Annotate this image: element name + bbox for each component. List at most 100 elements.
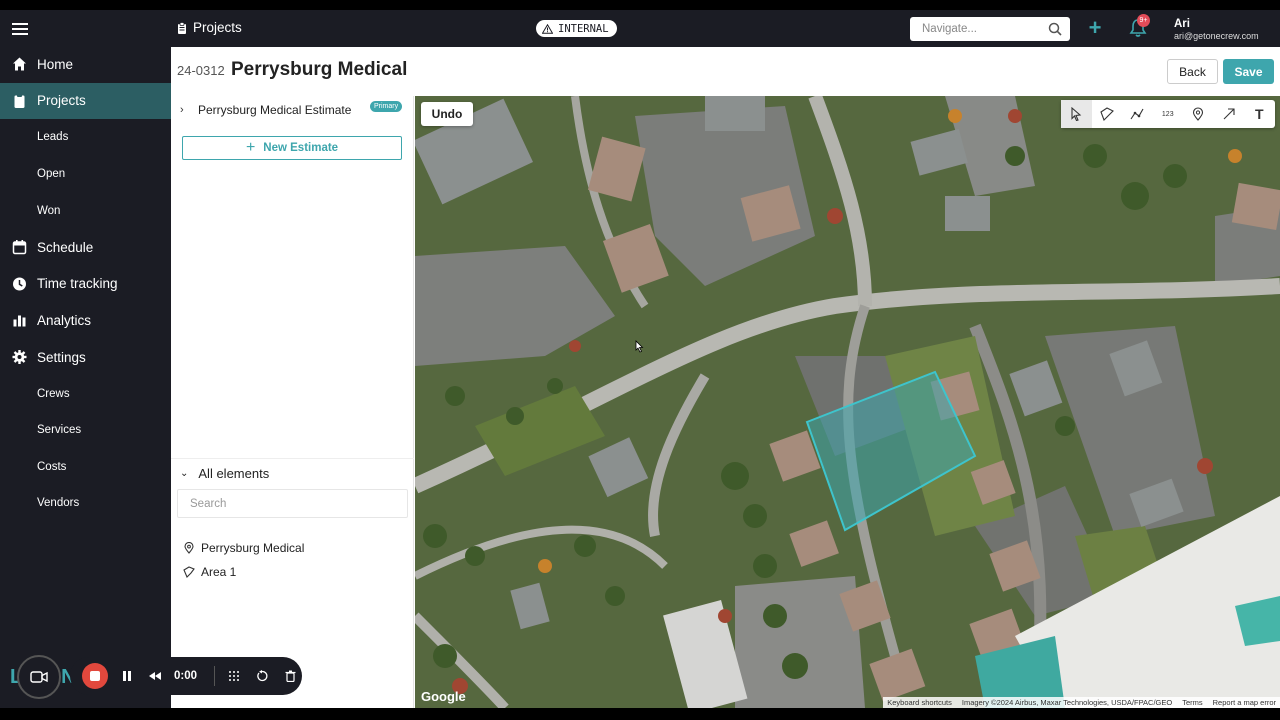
sidebar-item-analytics[interactable]: Analytics (0, 302, 171, 339)
pin-tool-icon (1193, 107, 1204, 121)
new-estimate-label: New Estimate (263, 142, 339, 154)
pin-tool[interactable] (1183, 100, 1214, 128)
grid-dots-icon (229, 671, 239, 681)
add-button[interactable]: + (1086, 17, 1104, 39)
save-button[interactable]: Save (1223, 59, 1274, 84)
sidebar-item-services[interactable]: Services (0, 412, 171, 449)
measure-tool-icon: 123 (1161, 110, 1174, 118)
rewind-button[interactable] (146, 667, 164, 685)
polygon-tool-icon (1100, 107, 1114, 121)
sidebar-nav: Home Projects Leads Open Won Schedule Time tra… (0, 46, 171, 522)
sidebar-item-label: Open (37, 168, 66, 181)
calendar-icon (12, 240, 27, 255)
select-arrow-icon (1071, 107, 1082, 121)
sidebar-item-settings[interactable]: Settings (0, 339, 171, 376)
polyline-tool[interactable] (1122, 100, 1153, 128)
search-placeholder: Search (190, 497, 227, 510)
app-window: Home Projects Leads Open Won Schedule Time tra… (0, 10, 1280, 708)
mouse-cursor-icon (635, 340, 644, 353)
delete-button[interactable] (281, 667, 299, 685)
primary-badge: Primary (370, 101, 403, 112)
gear-icon (12, 350, 27, 365)
sidebar-item-costs[interactable]: Costs (0, 449, 171, 486)
sidebar-item-vendors[interactable]: Vendors (0, 485, 171, 522)
camera-button[interactable] (17, 655, 61, 699)
grid-button[interactable] (225, 667, 243, 685)
polygon-tool[interactable] (1092, 100, 1123, 128)
clipboard-icon (178, 21, 186, 34)
text-tool-icon: T (1254, 106, 1264, 122)
sidebar-item-open[interactable]: Open (0, 156, 171, 193)
navigate-placeholder: Navigate... (922, 23, 977, 35)
restart-button[interactable] (253, 667, 271, 685)
pause-icon (123, 671, 131, 681)
chevron-right-icon[interactable]: › (180, 104, 190, 116)
search-icon[interactable] (1048, 22, 1062, 36)
trash-icon (285, 670, 295, 682)
sidebar-item-label: Home (37, 56, 74, 72)
sidebar-item-won[interactable]: Won (0, 192, 171, 229)
chevron-down-icon[interactable]: ⌄ (180, 468, 188, 479)
measure-tool[interactable]: 123 (1153, 100, 1184, 128)
terms-link[interactable]: Terms (1182, 698, 1202, 707)
imagery-credit: Imagery ©2024 Airbus, Maxar Technologies… (961, 698, 1173, 707)
breadcrumb-label: Projects (193, 20, 242, 35)
user-email: ari@getonecrew.com (1174, 31, 1259, 41)
project-header: 24-0312 Perrysburg Medical Back Save (171, 47, 1280, 96)
menu-icon[interactable] (12, 20, 28, 36)
text-tool[interactable]: T (1244, 100, 1275, 128)
internal-badge-label: INTERNAL (558, 22, 609, 35)
sidebar-item-leads[interactable]: Leads (0, 119, 171, 156)
back-button[interactable]: Back (1167, 59, 1218, 84)
element-label: Perrysburg Medical (201, 541, 305, 555)
all-elements-toggle[interactable]: ⌄ All elements (171, 464, 414, 482)
keyboard-shortcuts-link[interactable]: Keyboard shortcuts (887, 698, 952, 707)
project-number: 24-0312 (177, 63, 225, 78)
separator (214, 666, 215, 686)
satellite-imagery (415, 96, 1280, 708)
new-estimate-button[interactable]: + New Estimate (182, 136, 402, 160)
recording-controls: 0:00 (70, 657, 302, 695)
breadcrumb[interactable]: Projects (177, 20, 242, 35)
clock-icon (12, 276, 27, 291)
user-name[interactable]: Ari (1174, 18, 1190, 30)
sidebar-item-schedule[interactable]: Schedule (0, 229, 171, 266)
report-error-link[interactable]: Report a map error (1213, 698, 1276, 707)
undo-button[interactable]: Undo (421, 102, 473, 126)
sidebar-item-projects[interactable]: Projects (0, 82, 171, 120)
sidebar-item-time-tracking[interactable]: Time tracking (0, 266, 171, 303)
sidebar-item-label: Settings (37, 349, 86, 365)
sidebar-item-label: Won (37, 204, 61, 217)
divider (171, 458, 414, 459)
restart-icon (257, 670, 268, 682)
element-item-area-1[interactable]: Area 1 (183, 563, 403, 581)
stop-recording-button[interactable] (82, 663, 108, 689)
rewind-icon (149, 672, 161, 680)
sidebar-item-label: Schedule (37, 239, 94, 255)
screen-bottom-edge (0, 708, 1280, 720)
internal-badge: INTERNAL (536, 20, 617, 37)
google-logo: Google (421, 689, 466, 704)
polyline-tool-icon (1130, 108, 1144, 120)
sidebar-item-crews[interactable]: Crews (0, 375, 171, 412)
elements-search-input[interactable]: Search (177, 489, 408, 518)
polygon-icon (183, 566, 195, 578)
arrow-tool[interactable] (1214, 100, 1245, 128)
satellite-map[interactable]: Undo 123 T Google Keyboard shortcuts Ima… (415, 96, 1280, 708)
stop-icon (90, 671, 100, 681)
element-item-perrysburg-medical[interactable]: Perrysburg Medical (183, 539, 403, 557)
navigate-input[interactable]: Navigate... (910, 17, 1070, 41)
sidebar-item-label: Analytics (37, 312, 92, 328)
pause-button[interactable] (118, 667, 136, 685)
sidebar-item-label: Costs (37, 460, 67, 473)
sidebar-item-label: Projects (37, 93, 86, 109)
notification-badge: 9+ (1137, 14, 1150, 27)
sidebar-item-label: Crews (37, 387, 70, 400)
sidebar-item-home[interactable]: Home (0, 46, 171, 83)
estimate-panel: › Perrysburg Medical Estimate Primary + … (171, 96, 414, 708)
arrow-tool-icon (1223, 108, 1235, 120)
element-label: Area 1 (201, 565, 237, 579)
select-tool[interactable] (1061, 100, 1092, 128)
warning-icon (542, 23, 553, 34)
sidebar-item-label: Time tracking (37, 276, 118, 292)
